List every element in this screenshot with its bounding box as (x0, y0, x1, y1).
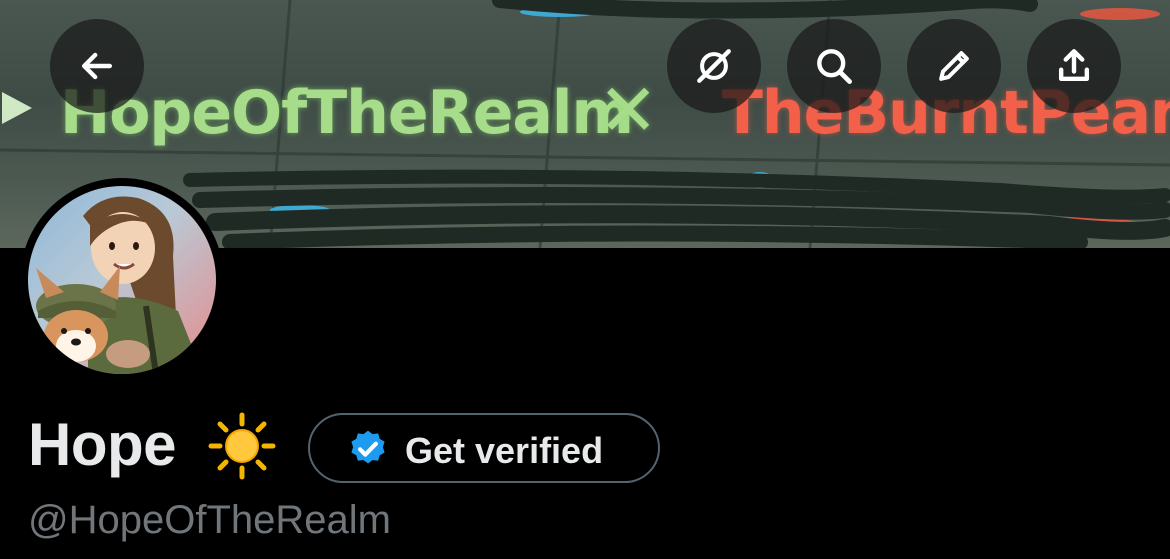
profile-handle: @HopeOfTheRealm (28, 498, 391, 542)
avatar-image (28, 186, 216, 374)
share-button[interactable] (1027, 19, 1121, 113)
pencil-icon (939, 51, 969, 81)
search-icon (817, 49, 852, 84)
back-button[interactable] (50, 19, 144, 113)
profile-name: Hope (28, 411, 177, 478)
get-verified-label: Get verified (405, 430, 604, 471)
grok-button[interactable] (667, 19, 761, 113)
share-upload-icon (1058, 49, 1090, 82)
banner-left-text: HopeOfTheRealm (60, 78, 634, 148)
edit-button[interactable] (907, 19, 1001, 113)
avatar[interactable] (20, 178, 224, 382)
grok-icon (697, 49, 731, 83)
arrow-left-icon (81, 52, 113, 80)
search-button[interactable] (787, 19, 881, 113)
get-verified-button[interactable]: Get verified (308, 413, 660, 483)
play-triangle-icon (2, 92, 32, 124)
banner-x-text: ✕ (598, 68, 658, 152)
verified-badge-icon (351, 430, 385, 464)
sun-emoji-icon (208, 412, 276, 480)
